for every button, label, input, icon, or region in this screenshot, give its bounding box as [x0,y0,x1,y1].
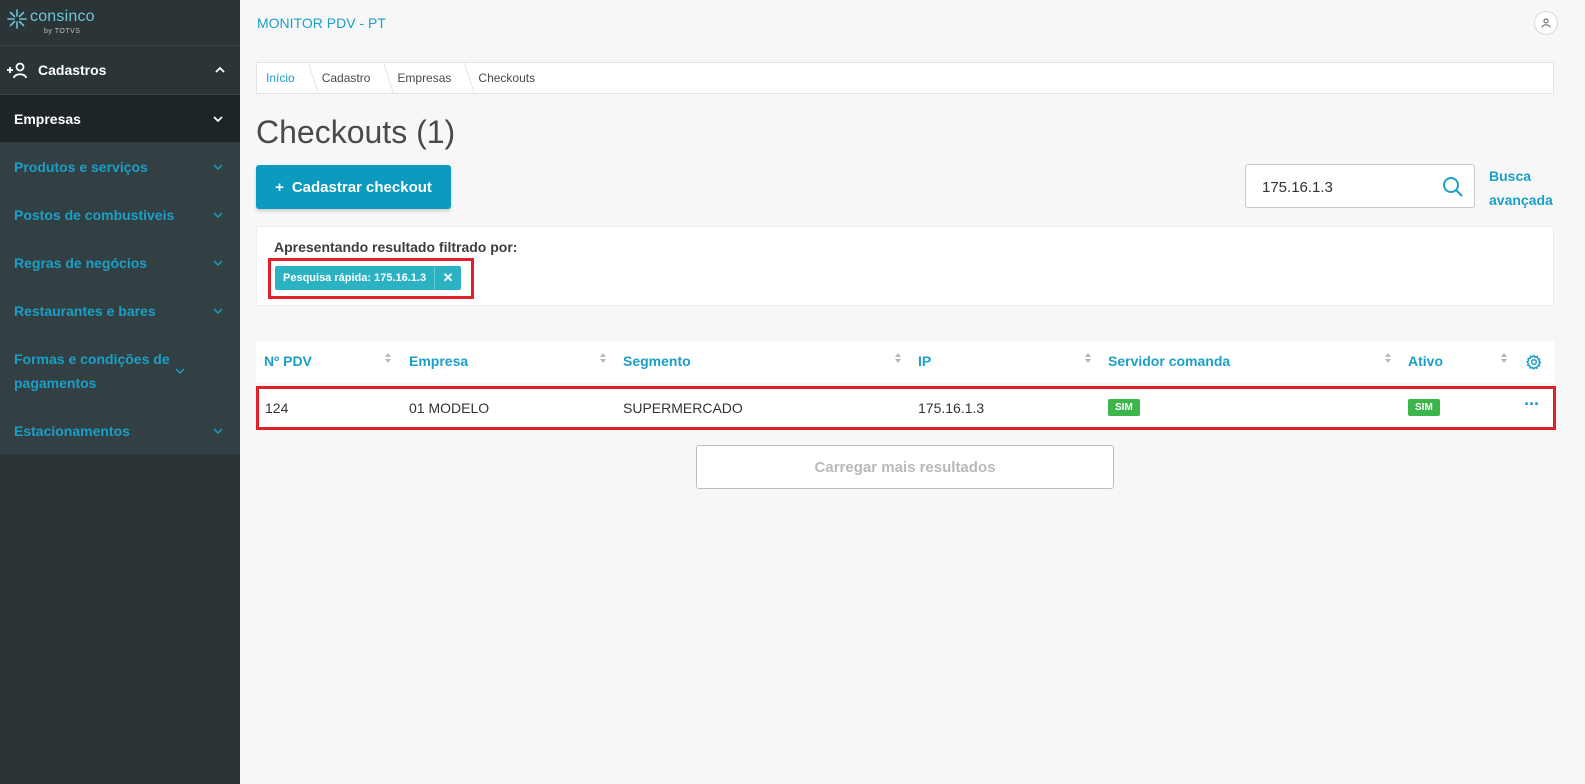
sidebar-item-produtos[interactable]: Produtos e serviços [0,143,240,191]
cell-empresa: 01 MODELO [409,400,490,416]
advanced-search-link[interactable]: Busca avançada [1489,164,1559,212]
row-actions-icon[interactable]: ··· [1524,394,1540,415]
chevron-down-icon [213,211,223,218]
column-header-pdv[interactable]: Nº PDV [264,353,312,369]
close-icon[interactable]: ✕ [435,266,461,290]
sidebar-item-empresas[interactable]: Empresas [0,95,240,143]
filter-chip: Pesquisa rápida: 175.16.1.3 ✕ [275,266,462,290]
sidebar-item-label: Restaurantes e bares [14,302,156,319]
column-header-servidor[interactable]: Servidor comanda [1108,353,1230,369]
chip-highlight: Pesquisa rápida: 175.16.1.3 ✕ [268,258,474,299]
logo[interactable]: consinco by TOTVS [0,0,240,46]
column-header-segmento[interactable]: Segmento [623,353,691,369]
chevron-down-icon [175,367,185,374]
user-icon [1541,18,1551,28]
sidebar-item-postos[interactable]: Postos de combustiveis [0,191,240,239]
chevron-down-icon [213,259,223,266]
add-user-icon [7,62,27,79]
status-badge-ativo: SIM [1408,399,1440,416]
sidebar: consinco by TOTVS Cadastros Empresas Pro… [0,0,240,784]
cell-ip: 175.16.1.3 [918,400,985,416]
sort-icon[interactable] [1385,352,1391,364]
logo-mark-icon [7,9,27,29]
column-header-empresa[interactable]: Empresa [409,353,468,369]
page-title: Checkouts (1) [256,114,456,150]
topbar: MONITOR PDV - PT [240,0,1585,46]
gear-icon[interactable] [1526,354,1542,370]
chevron-down-icon [213,163,223,170]
search-box [1245,164,1475,208]
chevron-up-icon [215,66,225,73]
search-icon[interactable] [1442,176,1464,198]
table-row[interactable]: 124 01 MODELO SUPERMERCADO 175.16.1.3 SI… [256,386,1556,430]
add-checkout-button[interactable]: + Cadastrar checkout [256,165,451,209]
sidebar-group-label: Cadastros [38,62,107,78]
sidebar-item-label: Regras de negócios [14,254,148,271]
add-checkout-label: Cadastrar checkout [291,178,432,196]
sidebar-item-label: Produtos e serviços [14,158,148,175]
filter-label: Apresentando resultado filtrado por: [274,239,518,255]
sidebar-item-estacionamentos[interactable]: Estacionamentos [0,407,240,455]
plus-icon: + [275,178,284,196]
sidebar-item-label: Empresas [14,110,81,127]
cell-pdv: 124 [265,400,289,416]
breadcrumb-inicio[interactable]: Início [257,63,307,93]
column-header-ip[interactable]: IP [918,353,931,369]
sidebar-item-label: Postos de combustiveis [14,206,175,223]
chevron-down-icon [213,427,223,434]
column-header-ativo[interactable]: Ativo [1408,353,1443,369]
sort-icon[interactable] [385,352,391,364]
sort-icon[interactable] [600,352,606,364]
logo-sub: by TOTVS [44,28,81,35]
sidebar-item-formas-pagamento[interactable]: Formas e condições de pagamentos [0,335,240,407]
chevron-down-icon [213,307,223,314]
sidebar-item-regras[interactable]: Regras de negócios [0,239,240,287]
breadcrumb-checkouts: Checkouts [478,71,536,85]
sort-icon[interactable] [895,352,901,364]
sidebar-item-label: Estacionamentos [14,422,130,439]
chevron-down-icon [213,115,223,122]
user-menu-button[interactable] [1534,11,1558,35]
app-title: MONITOR PDV - PT [257,15,386,31]
sort-icon[interactable] [1085,352,1091,364]
breadcrumb-cadastro[interactable]: Cadastro [307,63,383,93]
load-more-button[interactable]: Carregar mais resultados [696,445,1114,489]
filter-chip-label: Pesquisa rápida: 175.16.1.3 [275,266,436,290]
logo-brand: consinco [30,8,95,25]
sort-icon[interactable] [1501,352,1507,364]
filter-panel: Apresentando resultado filtrado por: Pes… [256,226,1554,306]
sidebar-item-label: Formas e condições de pagamentos [14,350,170,391]
breadcrumb: Início Cadastro Empresas Checkouts [256,62,1554,94]
search-input[interactable] [1262,176,1432,198]
breadcrumb-empresas[interactable]: Empresas [382,63,463,93]
sidebar-group-cadastros[interactable]: Cadastros [0,46,240,95]
table-header: Nº PDV Empresa Segmento IP Servidor coma… [256,341,1554,383]
status-badge-servidor: SIM [1108,399,1140,416]
sidebar-item-restaurantes[interactable]: Restaurantes e bares [0,287,240,335]
cell-segmento: SUPERMERCADO [623,400,743,416]
